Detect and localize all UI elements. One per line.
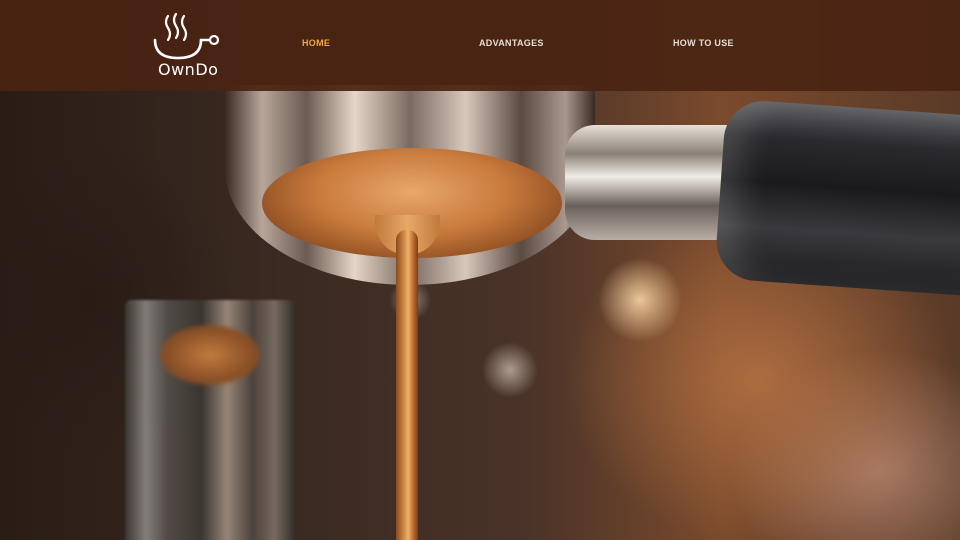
nav-home-link[interactable]: HOME	[302, 38, 330, 48]
portafilter-handle	[714, 98, 960, 298]
landing-page: OwnDo HOME ADVANTAGES HOW TO USE	[0, 0, 960, 540]
nav-advantages-link[interactable]: ADVANTAGES	[479, 38, 544, 48]
nav-how-to-use-link[interactable]: HOW TO USE	[673, 38, 734, 48]
shot-glass-crema	[160, 325, 260, 385]
site-header: OwnDo HOME ADVANTAGES HOW TO USE	[0, 0, 960, 91]
brand-name: OwnDo	[158, 60, 219, 79]
coffee-cup-icon	[153, 12, 220, 60]
espresso-stream	[396, 230, 418, 540]
brand-logo[interactable]: OwnDo	[148, 10, 228, 82]
